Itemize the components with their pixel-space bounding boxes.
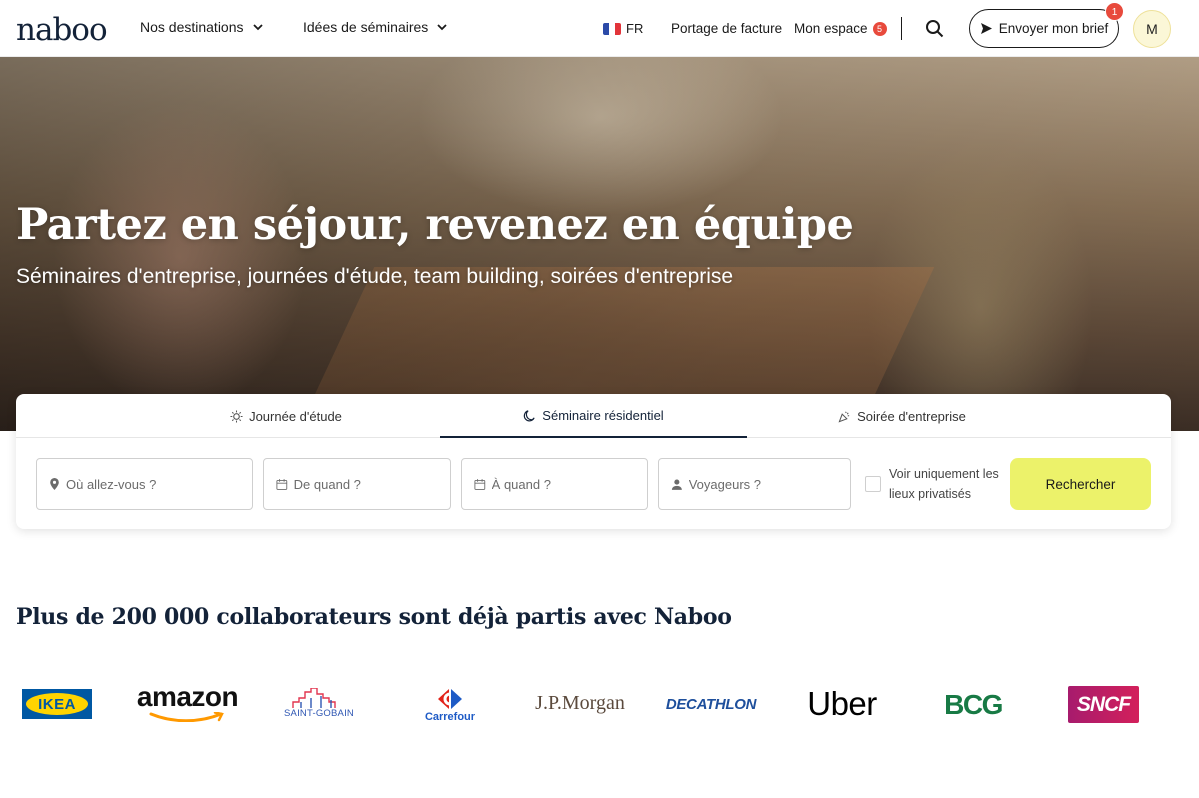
top-navbar: naboo Nos destinations Idées de séminair… [0, 0, 1199, 57]
search-card: Journée d'étude Séminaire résidentiel So… [16, 394, 1171, 529]
uber-logo-text: Uber [807, 685, 877, 722]
bcg-logo-text: BCG [944, 689, 1003, 720]
jpmorgan-logo: J.P.Morgan [530, 688, 630, 718]
nav-seminar-ideas-label: Idées de séminaires [303, 19, 429, 35]
calendar-icon [276, 478, 288, 490]
header-divider [901, 17, 902, 40]
location-pin-icon [50, 478, 59, 490]
travelers-input[interactable] [688, 476, 850, 492]
private-only-checkbox[interactable] [865, 476, 881, 492]
decathlon-logo: DECATHLON [655, 692, 767, 716]
jpmorgan-logo-text: J.P.Morgan [535, 691, 625, 714]
start-date-field[interactable] [263, 458, 451, 510]
saint-gobain-logo: SAINT-GOBAIN [278, 684, 360, 722]
sncf-logo-text: SNCF [1076, 692, 1131, 716]
saint-gobain-logo-text: SAINT-GOBAIN [284, 707, 354, 719]
search-submit-button[interactable]: Rechercher [1010, 458, 1151, 510]
nav-seminar-ideas[interactable]: Idées de séminaires [303, 19, 450, 35]
private-only-label[interactable]: Voir uniquement les lieux privatisés [889, 464, 1009, 504]
destination-field[interactable] [36, 458, 253, 510]
social-proof-title: Plus de 200 000 collaborateurs sont déjà… [16, 604, 732, 630]
amazon-smile-icon [149, 712, 224, 722]
language-selector[interactable]: FR [603, 21, 643, 36]
send-brief-label: Envoyer mon brief [998, 21, 1109, 36]
sncf-logo: SNCF [1068, 686, 1139, 723]
tab-residential-seminar[interactable]: Séminaire résidentiel [440, 394, 747, 438]
tab-corporate-evening-label: Soirée d'entreprise [857, 408, 966, 424]
hero-subtitle: Séminaires d'entreprise, journées d'étud… [16, 265, 734, 288]
tab-study-day-label: Journée d'étude [249, 408, 342, 424]
french-flag-icon [603, 22, 621, 35]
travelers-field[interactable] [658, 458, 851, 510]
amazon-logo-text: amazon [136, 681, 239, 712]
my-space-link[interactable]: Mon espace 5 [794, 21, 887, 36]
person-icon [671, 479, 682, 490]
decathlon-logo-text: DECATHLON [665, 695, 757, 713]
nav-destinations[interactable]: Nos destinations [140, 19, 266, 35]
language-label: FR [626, 21, 644, 36]
brief-badge: 1 [1105, 2, 1124, 21]
hero-title: Partez en séjour, revenez en équipe [16, 200, 854, 250]
tab-corporate-evening[interactable]: Soirée d'entreprise [747, 394, 1057, 438]
search-icon[interactable] [924, 18, 946, 40]
avatar[interactable]: M [1133, 10, 1171, 48]
chevron-down-icon [252, 24, 263, 31]
naboo-logo[interactable]: naboo [16, 12, 108, 48]
notification-badge: 5 [872, 22, 887, 36]
bcg-logo: BCG [940, 688, 1006, 722]
tab-residential-seminar-label: Séminaire résidentiel [542, 407, 664, 423]
carrefour-logo: Carrefour [417, 683, 483, 727]
amazon-logo: amazon [130, 680, 245, 724]
invoice-link[interactable]: Portage de facture [671, 21, 782, 36]
hero-banner: Partez en séjour, revenez en équipe Sémi… [0, 57, 1199, 431]
saint-gobain-building-icon [292, 687, 336, 708]
nav-destinations-label: Nos destinations [140, 19, 244, 35]
sun-icon [230, 409, 243, 423]
chevron-down-icon [437, 24, 447, 31]
ikea-logo: IKEA [22, 689, 92, 719]
send-brief-button[interactable]: Envoyer mon brief [969, 9, 1119, 48]
send-icon [980, 23, 992, 34]
event-type-tabs: Journée d'étude Séminaire résidentiel So… [16, 394, 1171, 438]
uber-logo: Uber [797, 684, 887, 724]
carrefour-logo-text: Carrefour [424, 711, 476, 723]
start-date-input[interactable] [293, 476, 450, 492]
end-date-field[interactable] [461, 458, 648, 510]
destination-input[interactable] [66, 476, 252, 492]
carrefour-c-icon [438, 689, 462, 709]
my-space-label: Mon espace [794, 21, 868, 36]
end-date-input[interactable] [491, 476, 647, 492]
party-icon [838, 410, 850, 422]
tab-study-day[interactable]: Journée d'étude [131, 394, 441, 438]
moon-icon [524, 409, 535, 421]
ikea-logo-text: IKEA [38, 695, 76, 713]
calendar-icon [474, 478, 486, 490]
